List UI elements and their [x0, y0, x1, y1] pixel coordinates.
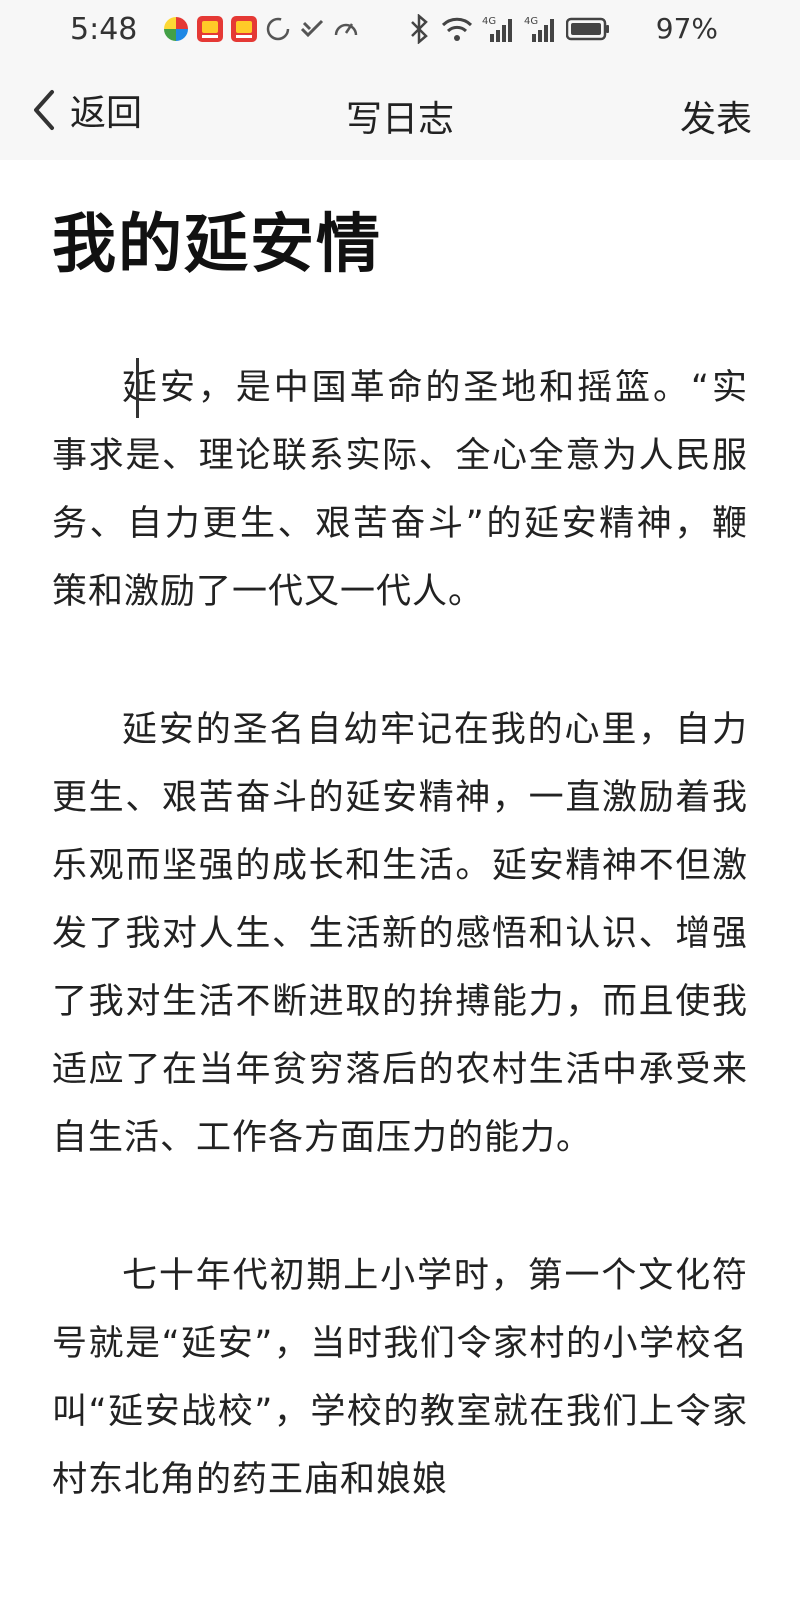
- paragraph[interactable]: 延安，是中国革命的圣地和摇篮。“实事求是、理论联系实际、全心全意为人民服务、自力…: [52, 354, 748, 626]
- battery-icon: [566, 17, 609, 41]
- app-shopping-icon-2: [231, 16, 257, 42]
- status-right-icons: 4G 4G: [406, 14, 610, 44]
- heart-check-icon: [300, 19, 324, 38]
- status-time: 5:48: [70, 12, 138, 47]
- paragraph[interactable]: 延安的圣名自幼牢记在我的心里，自力更生、艰苦奋斗的延安精神，一直激励着我乐观而坚…: [52, 696, 748, 1172]
- signal-4g-icon: 4G: [482, 16, 512, 42]
- notification-icons: [162, 14, 360, 44]
- editor-content[interactable]: 我的延安情 延安，是中国革命的圣地和摇篮。“实事求是、理论联系实际、全心全意为人…: [52, 160, 748, 1514]
- wifi-icon: [441, 17, 473, 41]
- svg-text:4G: 4G: [524, 16, 538, 27]
- paragraph-text: 延安的圣名自幼牢记在我的心里，自力更生、艰苦奋斗的延安精神，一直激励着我乐观而坚…: [52, 710, 748, 1158]
- signal-4g-icon-2: 4G: [524, 16, 554, 42]
- publish-button[interactable]: 发表: [680, 90, 752, 142]
- nav-bar: 返回 写日志 发表: [0, 60, 800, 160]
- svg-text:4G: 4G: [482, 16, 496, 27]
- app-shopping-icon: [197, 16, 223, 42]
- paragraph[interactable]: 七十年代初期上小学时，第一个文化符号就是“延安”，当时我们令家村的小学校名叫“延…: [52, 1242, 748, 1514]
- status-bar: 5:48 4G 4G 97%: [0, 0, 800, 60]
- bluetooth-icon: [411, 14, 428, 44]
- paragraph-text: 延安，是中国革命的圣地和摇篮。“实事求是、理论联系实际、全心全意为人民服务、自力…: [52, 368, 748, 612]
- speedometer-icon: [334, 23, 358, 36]
- article-title[interactable]: 我的延安情: [52, 202, 748, 288]
- paragraph-text: 七十年代初期上小学时，第一个文化符号就是“延安”，当时我们令家村的小学校名叫“延…: [52, 1256, 748, 1500]
- app-pinwheel-icon: [164, 17, 188, 41]
- battery-percentage: 97%: [655, 12, 718, 45]
- loading-circle-icon: [266, 17, 290, 41]
- text-cursor: [136, 358, 139, 418]
